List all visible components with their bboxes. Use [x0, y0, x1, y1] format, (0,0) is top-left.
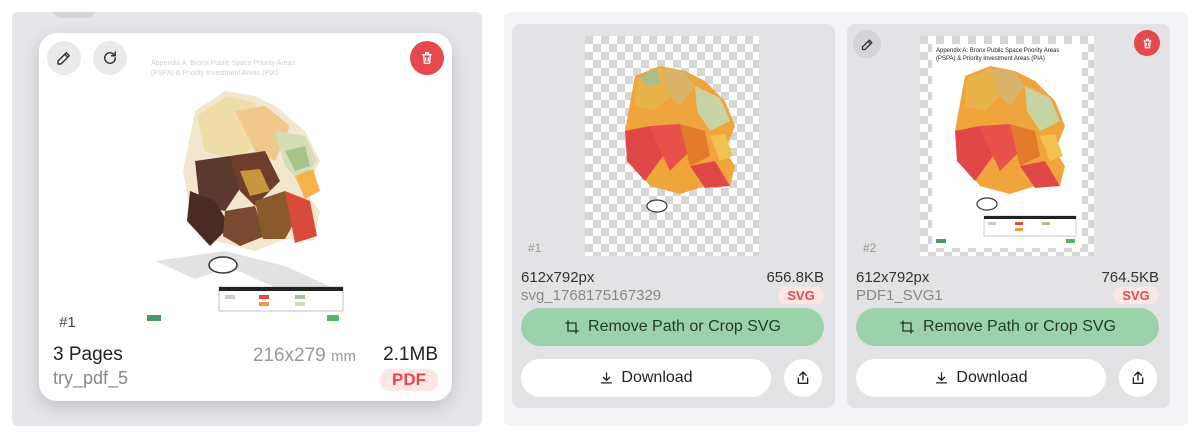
- edit-button[interactable]: [853, 30, 881, 58]
- svg-dimensions: 612x792px: [856, 269, 930, 286]
- trash-icon: [422, 52, 432, 64]
- rotate-button[interactable]: [93, 41, 127, 75]
- page-dimensions: 216x279 mm: [253, 345, 356, 367]
- download-button[interactable]: Download: [856, 359, 1106, 397]
- edit-icon: [57, 52, 70, 65]
- edit-icon: [861, 39, 872, 50]
- crop-icon: [565, 320, 579, 334]
- file-name: try_pdf_5: [53, 368, 129, 388]
- svg-index: #1: [528, 241, 542, 255]
- remove-path-crop-button[interactable]: Remove Path or Crop SVG: [856, 308, 1159, 346]
- download-icon: [936, 371, 948, 383]
- share-icon: [1132, 371, 1144, 384]
- svg-card: #1 612x792px 656.8KB svg_1768175167329 S…: [512, 24, 835, 408]
- remove-path-crop-button[interactable]: Remove Path or Crop SVG: [521, 308, 824, 346]
- svg-index: #2: [863, 241, 877, 255]
- dimensions-unit: mm: [331, 348, 356, 365]
- download-button[interactable]: Download: [521, 359, 771, 397]
- file-type-badge: PDF: [380, 369, 438, 391]
- delete-button[interactable]: [410, 41, 444, 75]
- map-title-line2: (PSPA) & Priority Investment Areas (PIA): [151, 70, 278, 77]
- page-index: #1: [59, 314, 76, 331]
- dimensions-value: 216x279: [252, 345, 326, 366]
- svg-thumbnail: Appendix A: Bronx Public Space Priority …: [920, 36, 1094, 256]
- share-icon: [797, 371, 809, 384]
- download-icon: [601, 371, 613, 383]
- page-count: 3 Pages: [53, 344, 123, 365]
- delete-button[interactable]: [1134, 30, 1160, 56]
- pdf-panel: Appendix A: Bronx Public Space Priority …: [12, 12, 482, 426]
- crop-icon: [900, 320, 914, 334]
- file-type-badge: SVG: [778, 287, 824, 304]
- file-type-badge: SVG: [1113, 287, 1159, 304]
- crop-button-label: Remove Path or Crop SVG: [588, 318, 781, 335]
- pdf-file-card[interactable]: Appendix A: Bronx Public Space Priority …: [39, 33, 452, 401]
- trash-icon: [1143, 38, 1151, 48]
- scroll-indicator: [52, 12, 96, 18]
- svg-results-panel: #1 612x792px 656.8KB svg_1768175167329 S…: [504, 12, 1188, 426]
- map-title-line2: (PSPA) & Priority Investment Areas (PIA): [936, 56, 1045, 62]
- svg-file-size: 656.8KB: [766, 269, 824, 286]
- share-button[interactable]: [1119, 359, 1157, 397]
- share-button[interactable]: [784, 359, 822, 397]
- file-size: 2.1MB: [383, 344, 438, 365]
- rotate-icon: [104, 51, 116, 64]
- edit-button[interactable]: [47, 41, 81, 75]
- map-title-line1: Appendix A: Bronx Public Space Priority …: [151, 60, 295, 67]
- download-button-label: Download: [956, 369, 1028, 386]
- svg-dimensions: 612x792px: [521, 269, 595, 286]
- svg-file-size: 764.5KB: [1101, 269, 1159, 286]
- svg-thumbnail: [585, 36, 759, 256]
- svg-file-name: svg_1768175167329: [521, 287, 662, 304]
- map-title-line1: Appendix A: Bronx Public Space Priority …: [936, 48, 1059, 54]
- download-button-label: Download: [621, 369, 693, 386]
- crop-button-label: Remove Path or Crop SVG: [923, 318, 1116, 335]
- svg-card: Appendix A: Bronx Public Space Priority …: [847, 24, 1170, 408]
- pdf-page-thumbnail: Appendix A: Bronx Public Space Priority …: [135, 51, 357, 328]
- svg-file-name: PDF1_SVG1: [856, 287, 943, 304]
